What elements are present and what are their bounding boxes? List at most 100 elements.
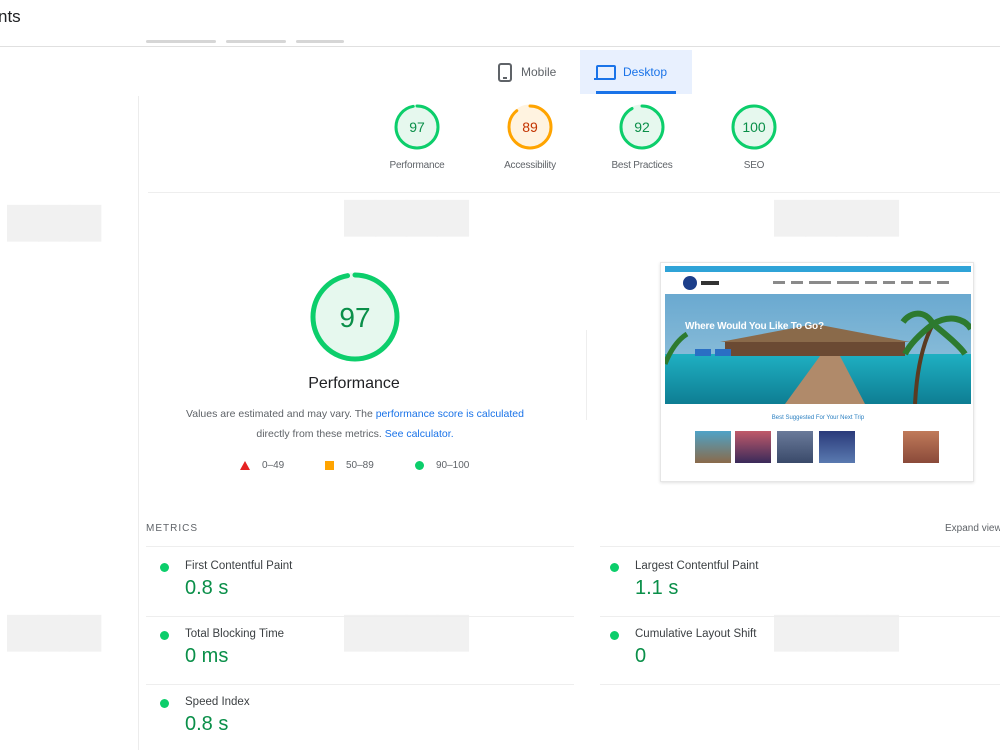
category-seo[interactable]: 100 SEO xyxy=(689,102,819,171)
screenshot-menu-item xyxy=(773,281,785,284)
description-text: Values are estimated and may vary. The xyxy=(186,408,376,420)
laptop-icon xyxy=(594,64,616,80)
category-label: SEO xyxy=(743,160,765,171)
background-watermark: ▆▆▆ xyxy=(8,196,101,240)
average-square-icon xyxy=(325,461,334,470)
score-gauge: 97 xyxy=(394,104,440,150)
category-best-practices[interactable]: 92 Best Practices xyxy=(577,102,707,171)
pass-circle-icon xyxy=(160,699,169,708)
screenshot-destination-card xyxy=(777,431,813,463)
legend-range: 50–89 xyxy=(346,460,374,471)
screenshot-hero-button xyxy=(695,349,711,356)
background-watermark: ▆▆▆▆ xyxy=(345,191,469,235)
category-performance[interactable]: 97 Performance xyxy=(352,102,482,171)
background-watermark: ▆▆▆▆ xyxy=(775,191,899,235)
screenshot-menu-item xyxy=(809,281,831,284)
see-calculator-link[interactable]: See calculator. xyxy=(385,428,454,440)
faded-url-line xyxy=(226,40,286,43)
metric-value: 0.8 s xyxy=(185,577,229,599)
active-tab-indicator xyxy=(596,91,676,94)
header-divider xyxy=(0,46,1000,47)
performance-score: 97 xyxy=(339,302,370,333)
category-label: Performance xyxy=(389,160,445,171)
score-value: 92 xyxy=(634,119,650,135)
score-gauge: 89 xyxy=(507,104,553,150)
category-label: Accessibility xyxy=(504,160,556,171)
screenshot-logo-icon xyxy=(683,276,697,290)
screenshot-destination-card xyxy=(695,431,731,463)
metric-label: Largest Contentful Paint xyxy=(635,560,759,572)
metric-label: Speed Index xyxy=(185,696,250,708)
metrics-divider xyxy=(146,684,574,685)
metric-label: Cumulative Layout Shift xyxy=(635,628,757,640)
background-watermark: ▆▆▆▆ xyxy=(775,606,899,650)
pass-circle-icon xyxy=(610,563,619,572)
fail-triangle-icon xyxy=(240,461,250,470)
metrics-divider xyxy=(146,546,574,547)
background-watermark: ▆▆▆▆ xyxy=(345,606,469,650)
tab-desktop-label: Desktop xyxy=(623,65,668,79)
expand-view-toggle[interactable]: Expand view xyxy=(945,523,1000,534)
metrics-divider xyxy=(600,546,1000,547)
legend-pass: 90–100 xyxy=(415,460,469,471)
metric-value: 0 xyxy=(635,645,647,667)
left-divider xyxy=(138,96,139,750)
screenshot-destination-card xyxy=(819,431,855,463)
legend-fail: 0–49 xyxy=(240,460,284,471)
pass-circle-icon xyxy=(610,631,619,640)
tab-desktop[interactable]: Desktop xyxy=(580,50,692,94)
pass-circle-icon xyxy=(160,631,169,640)
screenshot-menu-item xyxy=(791,281,803,284)
metrics-divider xyxy=(600,616,1000,617)
category-label: Best Practices xyxy=(611,160,673,171)
screenshot-menu-item xyxy=(865,281,877,284)
score-gauge: 92 xyxy=(619,104,665,150)
screenshot-menu-item xyxy=(901,281,913,284)
background-watermark: ▆▆▆ xyxy=(8,606,101,650)
legend-range: 90–100 xyxy=(436,460,470,471)
screenshot-menu-item xyxy=(919,281,931,284)
pass-circle-icon xyxy=(160,563,169,572)
screenshot-logo-wordmark xyxy=(701,281,719,285)
page-screenshot: Where Would You Like To Go? Best Suggest… xyxy=(660,262,974,482)
metric-label: Total Blocking Time xyxy=(185,628,285,640)
performance-description: Values are estimated and may vary. The p… xyxy=(150,404,560,444)
metrics-header: METRICS xyxy=(146,523,198,534)
summary-divider xyxy=(586,330,587,420)
category-accessibility[interactable]: 89 Accessibility xyxy=(465,102,595,171)
page-title: nts xyxy=(0,7,21,26)
metric-label: First Contentful Paint xyxy=(185,560,293,572)
metric-value: 0.8 s xyxy=(185,713,229,735)
legend-range: 0–49 xyxy=(262,460,285,471)
score-gauge: 100 xyxy=(731,104,777,150)
screenshot-menu-item xyxy=(937,281,949,284)
screenshot-menu-item xyxy=(837,281,859,284)
legend-average: 50–89 xyxy=(325,460,374,471)
tab-mobile-label: Mobile xyxy=(521,65,557,79)
score-value: 89 xyxy=(522,119,538,135)
phone-icon xyxy=(498,62,512,82)
faded-url-line xyxy=(296,40,344,43)
score-value: 100 xyxy=(742,119,766,135)
metrics-divider xyxy=(600,684,1000,685)
metrics-divider xyxy=(146,616,574,617)
score-value: 97 xyxy=(409,119,425,135)
performance-title: Performance xyxy=(308,375,400,392)
screenshot-subheading: Best Suggested For Your Next Trip xyxy=(771,415,865,421)
screenshot-destination-card xyxy=(903,431,939,463)
pass-circle-icon xyxy=(415,461,424,470)
screenshot-hero-heading: Where Would You Like To Go? xyxy=(685,321,824,332)
performance-gauge: 97 xyxy=(310,272,400,362)
pagespeed-report: nts ▆▆▆ ▆▆▆▆ ▆▆▆▆ ▆▆▆ ▆▆▆▆ ▆▆▆▆ Mobile D… xyxy=(0,0,1000,750)
score-calculated-link[interactable]: performance score is calculated xyxy=(376,408,524,420)
tab-mobile[interactable]: Mobile xyxy=(484,50,570,94)
screenshot-destination-card xyxy=(735,431,771,463)
metric-value: 0 ms xyxy=(185,645,229,667)
metric-value: 1.1 s xyxy=(635,577,679,599)
description-text: directly from these metrics. xyxy=(256,428,385,440)
screenshot-hero-button xyxy=(715,349,731,356)
faded-url-line xyxy=(146,40,216,43)
category-divider xyxy=(148,192,1000,193)
screenshot-hero-image: Where Would You Like To Go? xyxy=(665,294,971,404)
screenshot-menu-item xyxy=(883,281,895,284)
